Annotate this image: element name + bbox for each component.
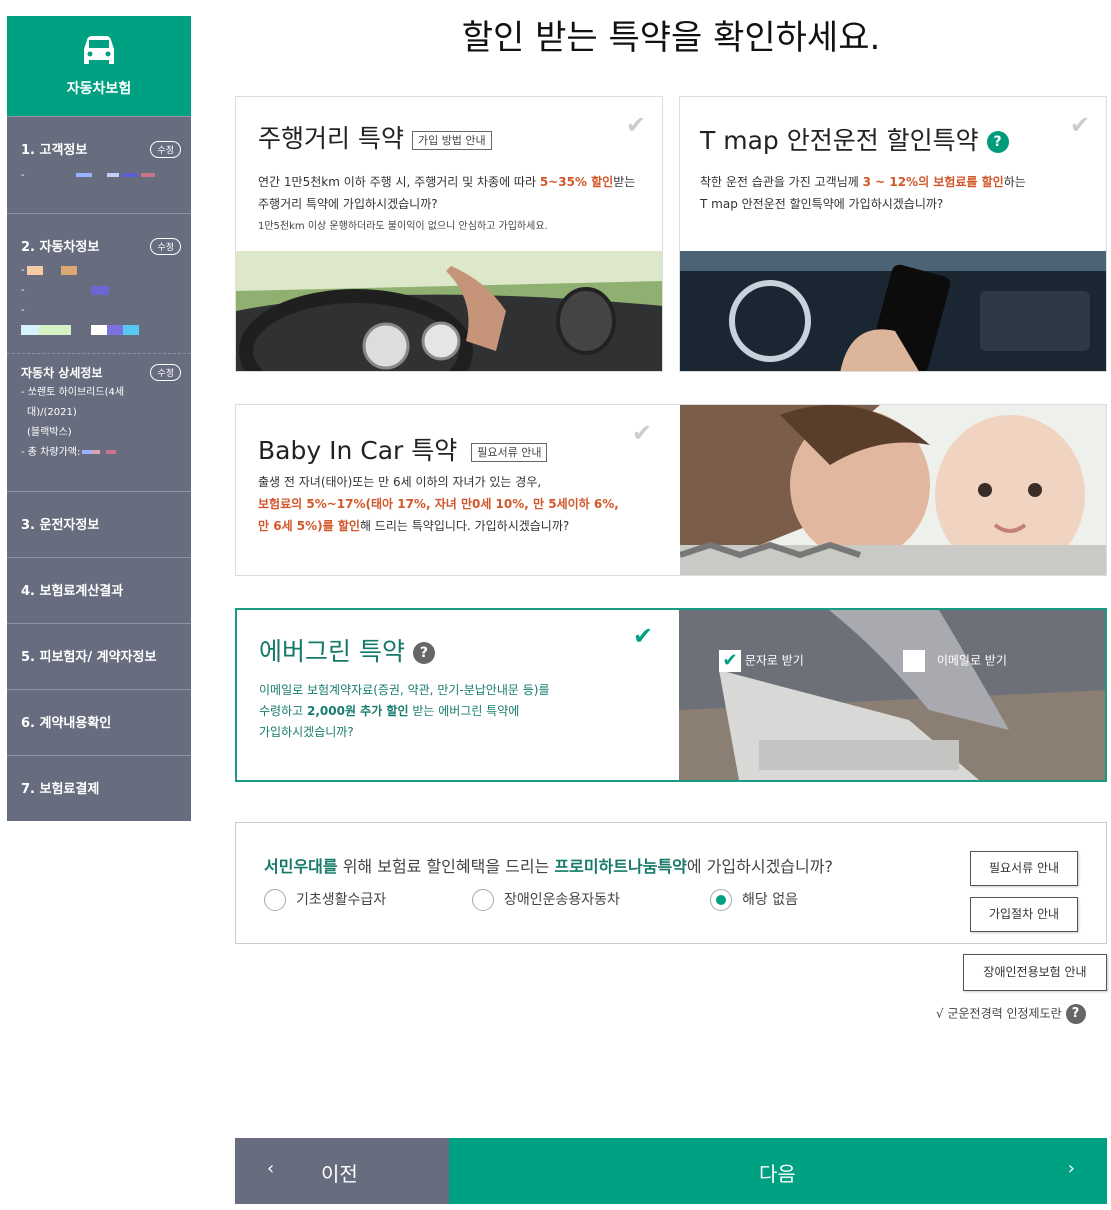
car-detail: 자동차 상세정보 수정 - 쏘렌토 하이브리드(4세 대)/(2021) (블랙…: [7, 353, 191, 473]
laptop-photo: ✔ 문자로 받기 이메일로 받기: [679, 610, 1105, 780]
check-icon[interactable]: ✔: [632, 419, 652, 447]
card-note: 1만5천km 이상 운행하더라도 불이익이 없으니 안심하고 가입하세요.: [258, 221, 548, 232]
masked-info: -: [21, 305, 25, 316]
edit-button[interactable]: 수정: [150, 238, 181, 255]
sms-option[interactable]: ✔ 문자로 받기: [719, 650, 804, 672]
sidebar-section-insured[interactable]: 5. 피보험자/ 계약자정보: [7, 623, 191, 689]
check-icon[interactable]: ✔: [633, 622, 653, 650]
detail-line: - 쏘렌토 하이브리드(4세: [21, 387, 125, 398]
masked-info: [21, 325, 177, 345]
radio-icon[interactable]: [710, 889, 732, 911]
disabled-insurance-button[interactable]: 장애인전용보험 안내: [963, 954, 1107, 991]
sidebar-section-car[interactable]: 2. 자동차정보 수정 - - - 자동차 상세정보 수정 - 쏘렌토 하이브리…: [7, 213, 191, 491]
sidebar-section-premium[interactable]: 4. 보험료계산결과: [7, 557, 191, 623]
masked-info: -: [21, 285, 177, 305]
radio-not-applicable[interactable]: 해당 없음: [710, 889, 798, 911]
check-icon[interactable]: ✔: [1070, 111, 1090, 139]
procedure-guide-button[interactable]: 가입절차 안내: [970, 897, 1078, 932]
detail-line: - 총 차량가액:: [21, 443, 177, 463]
baby-in-car-card[interactable]: Baby In Car 특약 필요서류 안내 ✔ 출생 전 자녀(태아)또는 만 …: [235, 404, 1107, 576]
prev-button[interactable]: ‹ 이전: [235, 1138, 449, 1204]
chevron-right-icon: ›: [1067, 1158, 1075, 1179]
edit-button[interactable]: 수정: [150, 141, 181, 158]
detail-line: 대)/(2021): [27, 407, 77, 418]
card-title: T map 안전운전 할인특약 ?: [700, 121, 1009, 157]
masked-info: -: [21, 265, 177, 285]
email-option[interactable]: 이메일로 받기: [903, 650, 1007, 672]
military-career-link[interactable]: √ 군운전경력 인정제도란 ?: [936, 1004, 1086, 1024]
help-icon[interactable]: ?: [986, 131, 1009, 153]
sidebar-section-customer[interactable]: 1. 고객정보 수정 -: [7, 116, 191, 213]
car-icon: [7, 16, 191, 78]
chevron-left-icon: ‹: [267, 1158, 275, 1179]
radio-disabled-vehicle[interactable]: 장애인운송용자동차: [472, 889, 620, 911]
special-question: 서민우대를 위해 보험료 할인혜택을 드리는 프로미하트나눔특약에 가입하시겠습…: [264, 857, 833, 876]
sidebar-section-payment[interactable]: 7. 보험료결제: [7, 755, 191, 821]
sms-label: 문자로 받기: [744, 653, 804, 668]
next-label: 다음: [759, 1162, 796, 1186]
detail-line: (블랙박스): [27, 427, 72, 438]
card-title: 에버그린 특약 ?: [259, 632, 435, 668]
radio-icon[interactable]: [472, 889, 494, 911]
mother-baby-photo: [680, 405, 1106, 575]
card-title: 주행거리 특약 가입 방법 안내: [258, 119, 492, 155]
help-icon[interactable]: ?: [1065, 1004, 1086, 1024]
required-docs-button[interactable]: 필요서류 안내: [471, 443, 548, 462]
product-header: 자동차보험: [7, 16, 191, 116]
smartphone-photo: [680, 251, 1106, 371]
sidebar-section-driver[interactable]: 3. 운전자정보: [7, 491, 191, 557]
sms-checkbox[interactable]: ✔: [719, 650, 741, 672]
card-desc: 출생 전 자녀(태아)또는 만 6세 이하의 자녀가 있는 경우, 보험료의 5…: [258, 475, 619, 533]
sidebar: 자동차보험 1. 고객정보 수정 - 2. 자동차정보 수정 - - - 자동차…: [7, 16, 191, 821]
product-title: 자동차보험: [66, 81, 132, 97]
driving-photo: [236, 251, 662, 371]
prev-label: 이전: [321, 1162, 358, 1186]
required-docs-button[interactable]: 필요서류 안내: [970, 851, 1078, 886]
radio-basic-livelihood[interactable]: 기초생활수급자: [264, 889, 386, 911]
next-button[interactable]: 다음 ›: [449, 1138, 1107, 1204]
card-desc: 연간 1만5천km 이하 주행 시, 주행거리 및 차종에 따라 5~35% 할…: [258, 175, 636, 211]
email-checkbox[interactable]: [903, 650, 925, 672]
sidebar-section-contract[interactable]: 6. 계약내용확인: [7, 689, 191, 755]
evergreen-card[interactable]: 에버그린 특약 ? ✔ 이메일로 보험계약자료(증권, 약관, 만기-분납안내문…: [235, 608, 1107, 782]
radio-icon[interactable]: [264, 889, 286, 911]
mileage-card[interactable]: 주행거리 특약 가입 방법 안내 ✔ 연간 1만5천km 이하 주행 시, 주행거…: [235, 96, 663, 372]
method-guide-button[interactable]: 가입 방법 안내: [411, 131, 492, 150]
edit-button[interactable]: 수정: [150, 364, 181, 381]
email-label: 이메일로 받기: [936, 653, 1007, 668]
card-desc: 이메일로 보험계약자료(증권, 약관, 만기-분납안내문 등)를 수령하고 2,…: [259, 683, 550, 739]
heart-sharing-card: 서민우대를 위해 보험료 할인혜택을 드리는 프로미하트나눔특약에 가입하시겠습…: [235, 822, 1107, 944]
card-desc: 착한 운전 습관을 가진 고객님께 3 ~ 12%의 보험료를 할인하는 T ma…: [700, 175, 1026, 211]
card-title: Baby In Car 특약 필요서류 안내: [258, 431, 548, 467]
masked-info: -: [21, 170, 177, 190]
page-title: 할인 받는 특약을 확인하세요.: [461, 18, 881, 58]
tmap-card[interactable]: T map 안전운전 할인특약 ? ✔ 착한 운전 습관을 가진 고객님께 3 …: [679, 96, 1107, 372]
help-icon[interactable]: ?: [412, 642, 435, 664]
check-icon[interactable]: ✔: [626, 111, 646, 139]
